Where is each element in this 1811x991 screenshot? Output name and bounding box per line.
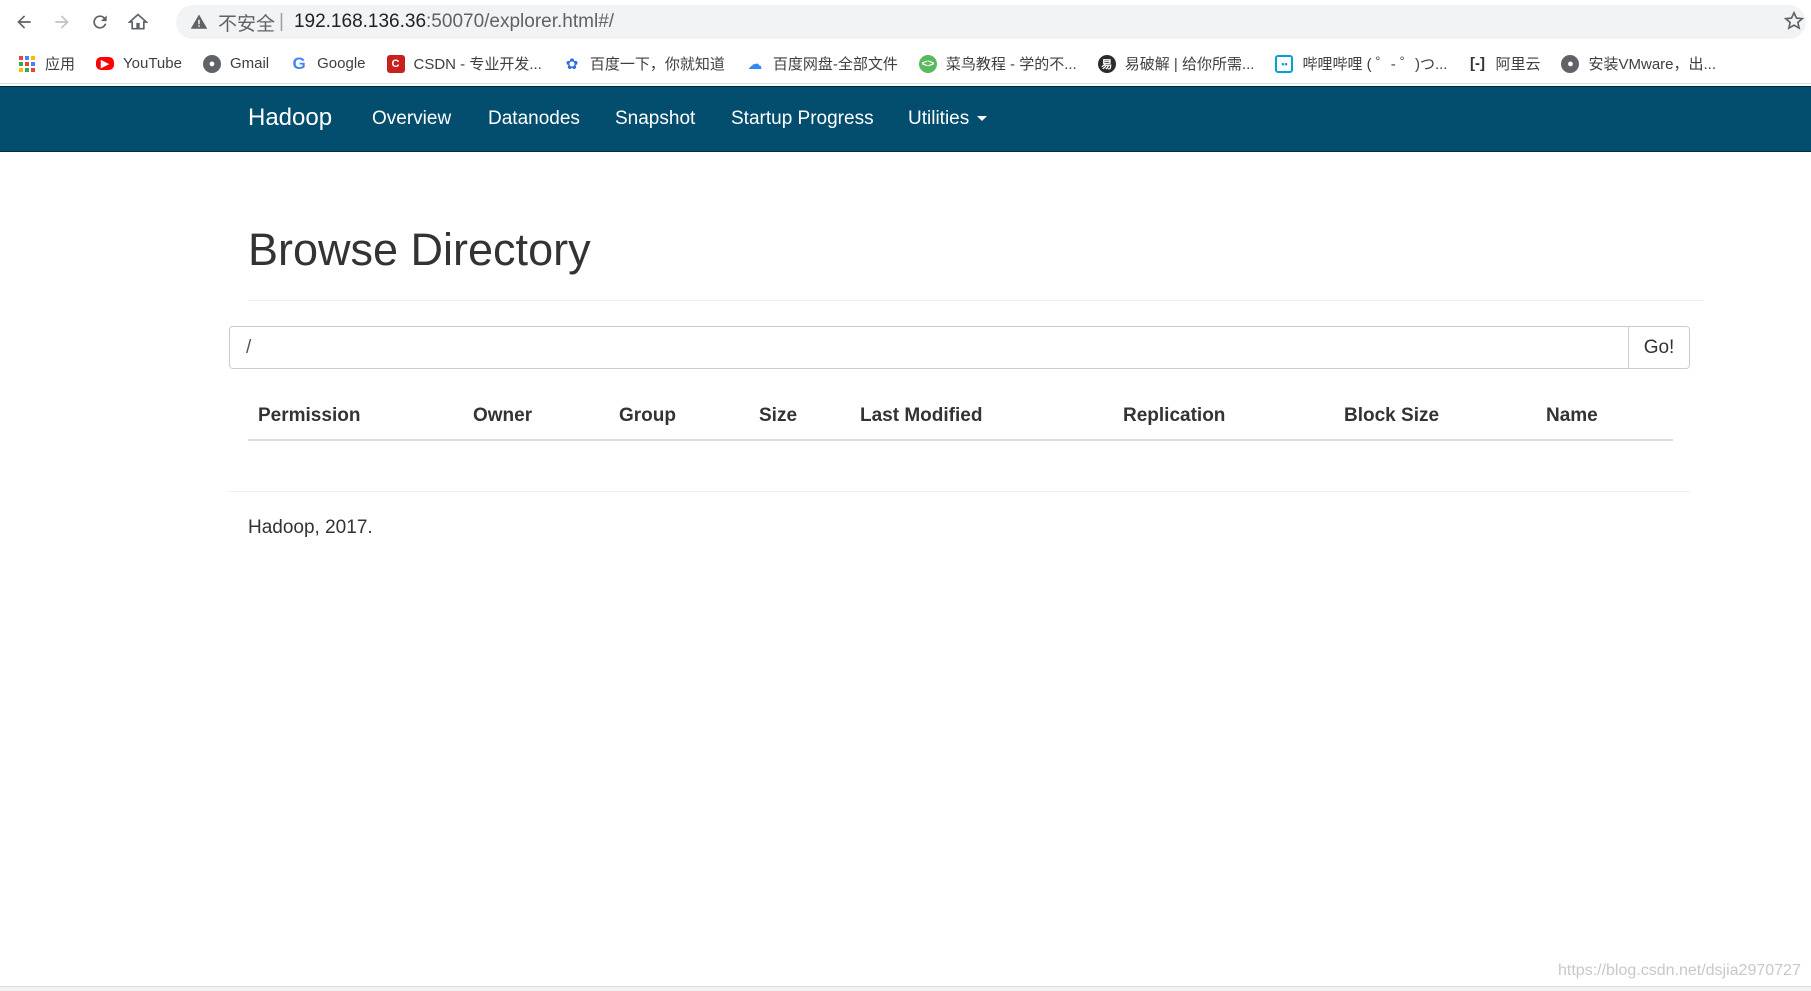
nav-datanodes[interactable]: Datanodes: [488, 108, 580, 130]
bookmark-csdn[interactable]: C CSDN - 专业开发...: [386, 53, 542, 74]
aliyun-icon: [-]: [1469, 55, 1485, 72]
column-header-size[interactable]: Size: [759, 405, 797, 427]
bookmark-label: CSDN - 专业开发...: [413, 56, 542, 73]
title-divider: [248, 300, 1704, 301]
insecure-label: 不安全: [218, 13, 276, 35]
directory-table-header: Permission Owner Group Size Last Modifie…: [248, 390, 1673, 441]
address-separator: |: [279, 11, 284, 32]
bookmark-label: 阿里云: [1495, 56, 1541, 73]
bookmark-baidu-pan[interactable]: ☁ 百度网盘-全部文件: [746, 53, 898, 74]
back-arrow-icon[interactable]: [10, 8, 38, 36]
hadoop-navbar: Hadoop Overview Datanodes Snapshot Start…: [0, 86, 1811, 152]
bookmark-bilibili[interactable]: •• 哔哩哔哩 ( ゜- ゜)つ...: [1275, 53, 1447, 74]
bookmark-gmail[interactable]: ● Gmail: [202, 54, 270, 73]
globe-icon: ●: [1561, 54, 1580, 73]
column-header-owner[interactable]: Owner: [473, 405, 532, 427]
column-header-group[interactable]: Group: [619, 405, 676, 427]
caret-down-icon: [977, 116, 988, 122]
yipojie-icon: 易: [1097, 54, 1116, 73]
directory-path-input[interactable]: [230, 327, 1628, 368]
browser-toolbar: 不安全 | 192.168.136.36 :50070/explorer.htm…: [0, 0, 1811, 44]
bookmark-runoob[interactable]: <> 菜鸟教程 - 学的不...: [918, 53, 1077, 74]
go-button[interactable]: Go!: [1628, 327, 1689, 368]
bookmark-label: YouTube: [123, 55, 182, 72]
youtube-icon: ▶: [96, 57, 115, 70]
bilibili-tv-icon: ••: [1275, 54, 1294, 73]
bookmark-label: 应用: [45, 56, 76, 73]
bookmark-google[interactable]: G Google: [290, 53, 366, 73]
column-header-block-size[interactable]: Block Size: [1344, 405, 1439, 427]
column-header-replication[interactable]: Replication: [1123, 405, 1225, 427]
runoob-icon: <>: [918, 54, 937, 73]
nav-utilities-label: Utilities: [908, 108, 970, 129]
bookmark-yipojie[interactable]: 易 易破解 | 给你所需...: [1097, 53, 1255, 74]
bookmark-label: Google: [317, 55, 366, 72]
nav-startup-progress[interactable]: Startup Progress: [731, 108, 874, 130]
bookmark-label: Gmail: [229, 55, 270, 72]
google-icon: G: [292, 53, 306, 73]
directory-search-group: Go!: [229, 326, 1690, 369]
nav-utilities-dropdown[interactable]: Utilities: [908, 108, 988, 130]
footer-divider: [229, 491, 1690, 492]
bookmark-label: 百度网盘-全部文件: [772, 56, 898, 73]
bookmark-label: 菜鸟教程 - 学的不...: [945, 56, 1077, 73]
address-bar[interactable]: 不安全 | 192.168.136.36 :50070/explorer.htm…: [176, 5, 1806, 39]
bookmark-vmware[interactable]: ● 安装VMware，出...: [1561, 53, 1716, 74]
address-host: 192.168.136.36: [293, 11, 427, 32]
navbar-brand[interactable]: Hadoop: [248, 104, 332, 132]
bookmark-baidu[interactable]: ✿ 百度一下，你就知道: [563, 53, 725, 74]
csdn-icon: C: [386, 54, 405, 73]
apps-grid-icon: [18, 55, 36, 73]
bookmark-star-icon[interactable]: [1783, 10, 1805, 32]
page-footer: Hadoop, 2017.: [248, 517, 373, 538]
page-title: Browse Directory: [248, 224, 591, 275]
column-header-last-modified[interactable]: Last Modified: [860, 405, 982, 427]
address-path: :50070/explorer.html#/: [426, 11, 615, 32]
baidu-cloud-icon: ☁: [747, 55, 763, 73]
nav-overview[interactable]: Overview: [372, 108, 451, 130]
watermark: https://blog.csdn.net/dsjia2970727: [1558, 962, 1801, 979]
forward-arrow-icon[interactable]: [48, 8, 76, 36]
window-bottom-edge: [0, 986, 1811, 991]
warning-triangle-icon: [190, 14, 208, 29]
bookmarks-bar: 应用 ▶ YouTube ● Gmail G Google C CSDN - 专…: [0, 44, 1811, 84]
bookmark-label: 易破解 | 给你所需...: [1124, 56, 1255, 73]
bookmark-apps[interactable]: 应用: [18, 53, 75, 74]
bookmark-label: 哔哩哔哩 ( ゜- ゜)つ...: [1302, 56, 1448, 73]
reload-icon[interactable]: [86, 8, 114, 36]
home-icon[interactable]: [124, 8, 152, 36]
baidu-paw-icon: ✿: [565, 55, 579, 73]
column-header-name[interactable]: Name: [1546, 405, 1598, 427]
bookmark-aliyun[interactable]: [-] 阿里云: [1468, 53, 1541, 74]
bookmark-youtube[interactable]: ▶ YouTube: [96, 55, 182, 72]
bookmark-label: 安装VMware，出...: [1588, 56, 1716, 73]
bookmark-label: 百度一下，你就知道: [589, 56, 725, 73]
globe-icon: ●: [202, 54, 221, 73]
column-header-permission[interactable]: Permission: [258, 405, 360, 427]
nav-snapshot[interactable]: Snapshot: [615, 108, 695, 130]
